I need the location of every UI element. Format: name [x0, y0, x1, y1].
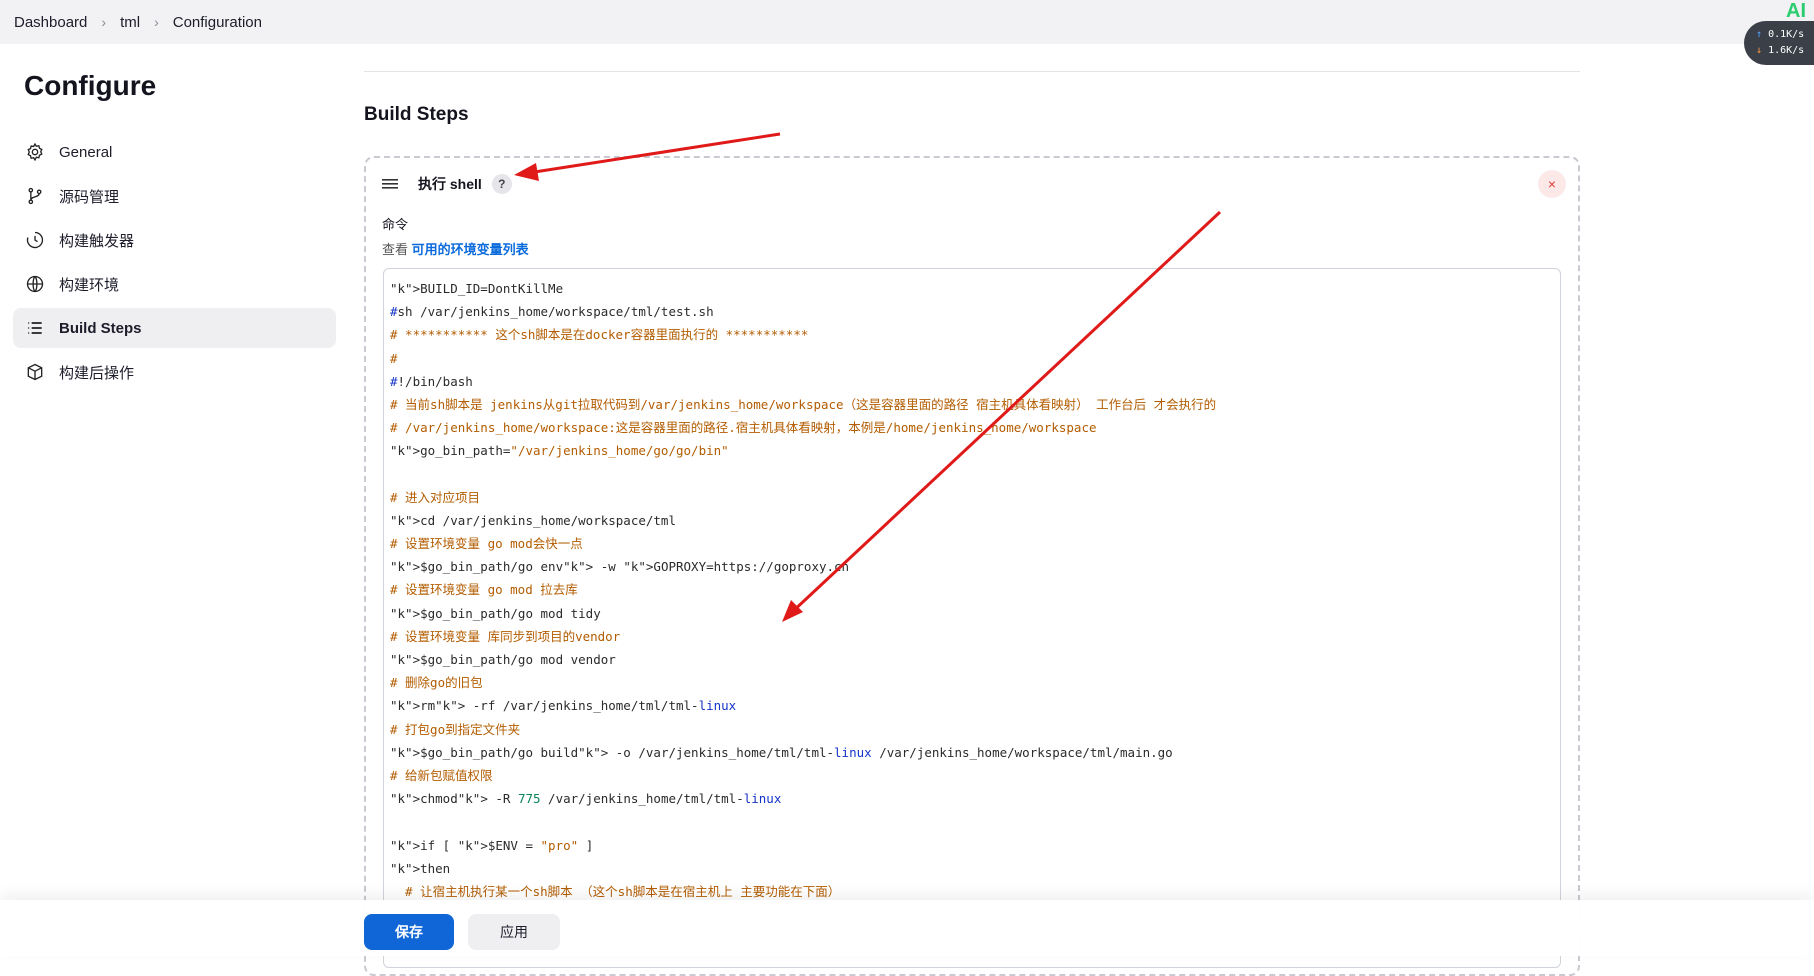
sidebar-item-label: Build Steps [59, 319, 142, 337]
arrow-down-icon: ↓ [1756, 45, 1763, 56]
code-line: # 设置环境变量 库同步到项目的vendor [390, 628, 621, 644]
clock-icon [26, 231, 44, 249]
code-line: "k">$go_bin_path/go mod tidy [390, 605, 601, 621]
env-vars-link[interactable]: 可用的环境变量列表 [412, 242, 529, 257]
sidebar-item-source-control[interactable]: 源码管理 [13, 176, 336, 216]
code-line: # 删除go的旧包 [390, 675, 483, 691]
code-line: "k">BUILD_ID=DontKillMe [390, 281, 564, 296]
env-vars-line: 查看 可用的环境变量列表 [382, 242, 529, 257]
network-speed-widget: ↑ 0.1K/s ↓ 1.6K/s [1744, 21, 1814, 65]
code-line: "k">then [390, 860, 451, 876]
sidebar-item-label: 构建后操作 [59, 364, 135, 382]
code-line: "k">if [ "k">$ENV = "pro" ] [390, 837, 594, 853]
step-header: 执行 shell ? [382, 174, 512, 194]
step-title: 执行 shell [418, 176, 482, 192]
breadcrumb-dashboard[interactable]: Dashboard [14, 14, 87, 31]
breadcrumb-tml[interactable]: tml [120, 14, 140, 31]
code-line: "k">go_bin_path="/var/jenkins_home/go/go… [390, 443, 729, 459]
code-line: #sh /var/jenkins_home/workspace/tml/test… [390, 304, 714, 320]
code-line: # 打包go到指定文件夹 [390, 721, 521, 737]
code-line: # 当前sh脚本是 jenkins从git拉取代码到/var/jenkins_h… [390, 396, 1217, 412]
code-line: "k">rm"k"> -rf /var/jenkins_home/tml/tml… [390, 698, 737, 714]
download-speed: ↓ 1.6K/s [1756, 45, 1805, 56]
breadcrumb-configuration[interactable]: Configuration [173, 14, 262, 31]
page-title: Configure [24, 70, 157, 101]
sidebar-item-label: 构建触发器 [59, 232, 135, 250]
code-line: "k">$go_bin_path/go mod vendor [390, 652, 616, 667]
section-title: Build Steps [364, 104, 469, 125]
code-line: "k">$go_bin_path/go build"k"> -o /var/je… [390, 744, 1173, 760]
help-icon[interactable]: ? [491, 174, 512, 194]
code-line: # 设置环境变量 go mod会快一点 [390, 536, 583, 552]
gear-icon [27, 142, 43, 162]
sidebar-item-label: General [59, 143, 113, 161]
sidebar-item-label: 源码管理 [59, 188, 120, 206]
code-line: "k">cd /var/jenkins_home/workspace/tml [390, 512, 676, 528]
breadcrumb: Dashboard › tml › Configuration [14, 14, 262, 31]
top-bar: Dashboard › tml › Configuration [0, 0, 1814, 44]
chevron-right-icon: › [101, 14, 107, 30]
box-icon [27, 363, 43, 381]
chevron-right-icon: › [154, 14, 159, 30]
code-line: # 给新包赋值权限 [390, 767, 493, 783]
code-line: # /var/jenkins_home/workspace:这是容器里面的路径.… [390, 420, 1097, 436]
save-button[interactable]: 保存 [364, 914, 454, 950]
sidebar-item-build-triggers[interactable]: 构建触发器 [13, 220, 336, 260]
code-line: "k">chmod"k"> -R 775 /var/jenkins_home/t… [390, 791, 782, 807]
code-line: # *********** 这个sh脚本是在docker容器里面执行的 ****… [390, 327, 809, 343]
sidebar-item-general[interactable]: General [13, 132, 336, 172]
code-line: #!/bin/bash [390, 373, 473, 389]
remove-step-button[interactable]: × [1538, 170, 1566, 198]
code-line: # [390, 350, 398, 366]
command-label: 命令 [382, 217, 409, 232]
branch-icon [28, 187, 42, 205]
drag-handle-icon[interactable] [382, 178, 398, 190]
upload-speed: ↑ 0.1K/s [1756, 29, 1805, 40]
ai-badge: AI [1786, 0, 1806, 22]
globe-icon [26, 275, 44, 293]
apply-button[interactable]: 应用 [468, 914, 560, 950]
code-line: "k">$go_bin_path/go env"k"> -w "k">GOPRO… [390, 559, 850, 575]
sidebar-item-post-build[interactable]: 构建后操作 [13, 352, 336, 392]
build-step-card: 执行 shell ? × 命令 查看 可用的环境变量列表 "k">BUILD_I… [364, 156, 1580, 976]
code-line: # 设置环境变量 go mod 拉去库 [390, 582, 578, 598]
code-line: # 进入对应项目 [390, 489, 481, 505]
bottom-action-bar: 保存 应用 [0, 900, 1814, 956]
section-divider [364, 71, 1580, 72]
command-editor[interactable]: "k">BUILD_ID=DontKillMe #sh /var/jenkins_… [383, 268, 1561, 968]
sidebar-item-build-environment[interactable]: 构建环境 [13, 264, 336, 304]
arrow-up-icon: ↑ [1756, 29, 1763, 40]
sidebar-item-build-steps[interactable]: Build Steps [13, 308, 336, 348]
sidebar-item-label: 构建环境 [59, 276, 120, 294]
sidebar-nav: General 源码管理 构建触发器 构建环境 Build Steps 构建后操… [13, 132, 336, 396]
list-icon [28, 322, 42, 334]
